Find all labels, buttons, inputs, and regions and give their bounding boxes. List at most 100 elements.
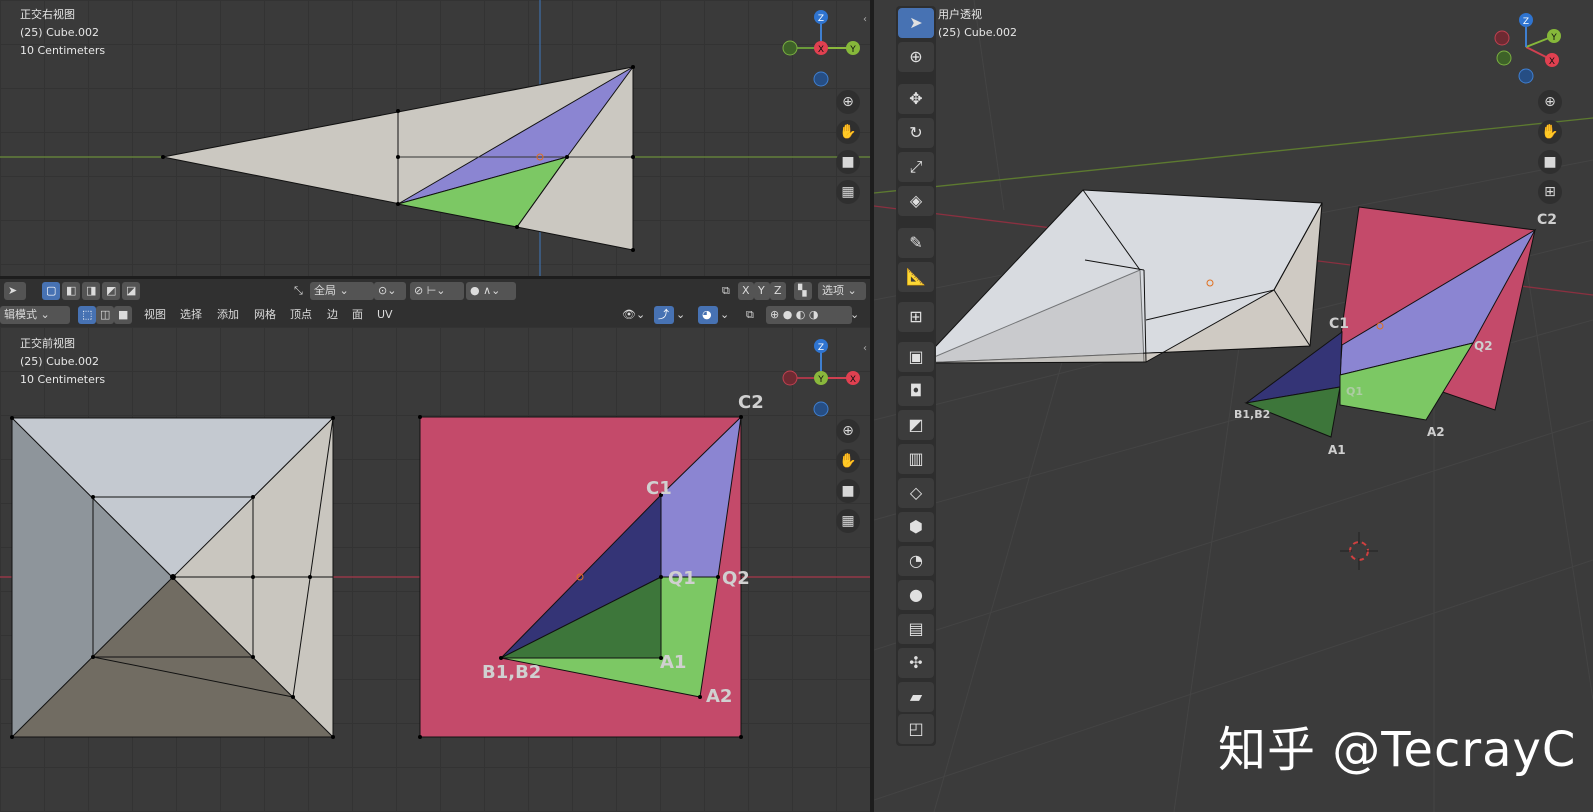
right-ortho-viewport[interactable]: 正交右视图 (25) Cube.002 10 Centimeters Z Y X… bbox=[0, 0, 870, 276]
mirror-y-toggle[interactable]: Y bbox=[754, 282, 770, 300]
object-name: (25) Cube.002 bbox=[938, 26, 1017, 39]
label-q1: Q1 bbox=[1346, 385, 1363, 398]
auto-merge-icon[interactable]: ▚ bbox=[794, 282, 812, 300]
xray-icon[interactable]: ⧉ bbox=[742, 306, 758, 324]
vertex-select-icon[interactable]: ⬚ bbox=[78, 306, 96, 324]
knife-icon[interactable]: ◇ bbox=[898, 478, 934, 508]
menu-mesh[interactable]: 网格 bbox=[250, 306, 280, 324]
mode-dropdown[interactable]: 辑模式 ⌄ bbox=[0, 306, 70, 324]
edge-select-icon[interactable]: ◫ bbox=[96, 306, 114, 324]
view-title: 用户透视 bbox=[938, 8, 982, 21]
zoom-icon[interactable]: ⊕ bbox=[1538, 90, 1562, 114]
select-mode-invert-icon[interactable]: ◩ bbox=[102, 282, 120, 300]
pivot-point-icon[interactable]: ⊙⌄ bbox=[374, 282, 406, 300]
front-ortho-viewport[interactable]: C2 C1 Q1 Q2 B1,B2 A1 A2 正交前视图 (25) Cube.… bbox=[0, 327, 870, 812]
camera-icon[interactable]: ■ bbox=[836, 150, 860, 174]
user-perspective-viewport[interactable]: C2 C1 Q2 Q1 B1,B2 A1 A2 Z Y X 用户透视 (25) … bbox=[874, 0, 1593, 812]
face-select-icon[interactable]: ■ bbox=[114, 306, 132, 324]
object-name: (25) Cube.002 bbox=[20, 26, 99, 39]
collapse-arrow-icon[interactable]: ‹ bbox=[863, 14, 867, 25]
gizmo-dropdown-icon[interactable]: ⌄ bbox=[672, 306, 689, 324]
hand-icon[interactable]: ✋ bbox=[836, 449, 860, 473]
transform-icon[interactable]: ◈ bbox=[898, 186, 934, 216]
label-b1b2: B1,B2 bbox=[482, 662, 541, 683]
watermark: 知乎 @TecrayC bbox=[1218, 722, 1577, 778]
rip-region-icon[interactable]: ◰ bbox=[898, 714, 934, 744]
tool-shelf: ➤ ⊕ ✥ ↻ ⤢ ◈ ✎ 📐 ⊞ ▣ ◘ ◩ ▥ ◇ ⬢ ◔ ● ▤ ✣ ▰ … bbox=[896, 6, 936, 746]
menu-add[interactable]: 添加 bbox=[213, 306, 243, 324]
overlay-toggle-icon[interactable]: ◕ bbox=[698, 306, 718, 324]
transform-orientation-icon[interactable]: ⤡ bbox=[290, 282, 307, 300]
mirror-icon[interactable]: ⧉ bbox=[718, 282, 734, 300]
overlay-dropdown-icon[interactable]: ⌄ bbox=[716, 306, 733, 324]
annotate-icon[interactable]: ✎ bbox=[898, 228, 934, 258]
menu-vertex[interactable]: 顶点 bbox=[286, 306, 316, 324]
grid-icon[interactable]: ▦ bbox=[836, 509, 860, 533]
select-mode-extend-icon[interactable]: ◧ bbox=[62, 282, 80, 300]
snapping-icon[interactable]: ⊘ ⊢⌄ bbox=[410, 282, 464, 300]
shear-icon[interactable]: ▰ bbox=[898, 682, 934, 712]
label-c1: C1 bbox=[1329, 316, 1349, 332]
extrude-region-icon[interactable]: ▣ bbox=[898, 342, 934, 372]
select-box-icon[interactable]: ➤ bbox=[898, 8, 934, 38]
menu-edge[interactable]: 边 bbox=[323, 306, 342, 324]
hand-icon[interactable]: ✋ bbox=[1538, 120, 1562, 144]
gizmo-z-label: Z bbox=[1523, 17, 1529, 27]
rotate-icon[interactable]: ↻ bbox=[898, 118, 934, 148]
label-a2: A2 bbox=[706, 686, 732, 707]
viewport-info: 正交前视图 (25) Cube.002 10 Centimeters bbox=[20, 335, 105, 389]
shading-dropdown-icon[interactable]: ⌄ bbox=[846, 306, 863, 324]
zoom-icon[interactable]: ⊕ bbox=[836, 419, 860, 443]
menu-face[interactable]: 面 bbox=[348, 306, 367, 324]
visibility-icon[interactable]: 👁⌄ bbox=[618, 306, 649, 324]
spin-icon[interactable]: ◔ bbox=[898, 546, 934, 576]
select-mode-new-icon[interactable]: ▢ bbox=[42, 282, 60, 300]
nav-gizmo-persp[interactable]: Z Y X bbox=[1494, 13, 1561, 84]
viewport-info: 用户透视 (25) Cube.002 bbox=[938, 6, 1017, 42]
shading-modes[interactable]: ⊕ ● ◐ ◑ bbox=[766, 306, 852, 324]
gizmo-toggle-icon[interactable]: ⤴ bbox=[654, 306, 674, 324]
proportional-edit-icon[interactable]: ● ∧⌄ bbox=[466, 282, 516, 300]
transform-space-label: 全局 bbox=[314, 284, 336, 297]
right-view-canvas bbox=[0, 0, 870, 276]
label-a2: A2 bbox=[1427, 425, 1445, 439]
select-tool-icon[interactable]: ➤ bbox=[4, 282, 26, 300]
perspective-toggle-icon[interactable]: ⊞ bbox=[1538, 180, 1562, 204]
perspective-canvas: C2 C1 Q2 Q1 B1,B2 A1 A2 Z Y X bbox=[874, 0, 1593, 812]
poly-build-icon[interactable]: ⬢ bbox=[898, 512, 934, 542]
front-view-canvas: C2 C1 Q1 Q2 B1,B2 A1 A2 bbox=[0, 392, 870, 739]
move-icon[interactable]: ✥ bbox=[898, 84, 934, 114]
grid-icon[interactable]: ▦ bbox=[836, 180, 860, 204]
edge-slide-icon[interactable]: ▤ bbox=[898, 614, 934, 644]
bevel-icon[interactable]: ◩ bbox=[898, 410, 934, 440]
scale-icon[interactable]: ⤢ bbox=[898, 152, 934, 182]
add-cube-icon[interactable]: ⊞ bbox=[898, 302, 934, 332]
menu-uv[interactable]: UV bbox=[373, 306, 397, 324]
loop-cut-icon[interactable]: ▥ bbox=[898, 444, 934, 474]
measure-icon[interactable]: 📐 bbox=[898, 262, 934, 292]
label-c1: C1 bbox=[646, 478, 672, 499]
select-mode-intersect-icon[interactable]: ◪ bbox=[122, 282, 140, 300]
options-dropdown[interactable]: 选项 ⌄ bbox=[818, 282, 866, 300]
cursor-icon[interactable]: ⊕ bbox=[898, 42, 934, 72]
hand-icon[interactable]: ✋ bbox=[836, 120, 860, 144]
inset-faces-icon[interactable]: ◘ bbox=[898, 376, 934, 406]
zoom-icon[interactable]: ⊕ bbox=[836, 90, 860, 114]
3d-cursor-icon[interactable] bbox=[1340, 532, 1378, 570]
mirror-x-toggle[interactable]: X bbox=[738, 282, 754, 300]
label-b1b2: B1,B2 bbox=[1234, 408, 1270, 421]
select-mode-subtract-icon[interactable]: ◨ bbox=[82, 282, 100, 300]
camera-icon[interactable]: ■ bbox=[836, 479, 860, 503]
view-title: 正交右视图 bbox=[20, 8, 75, 21]
camera-icon[interactable]: ■ bbox=[1538, 150, 1562, 174]
smooth-icon[interactable]: ● bbox=[898, 580, 934, 610]
menu-view[interactable]: 视图 bbox=[140, 306, 170, 324]
shrink-fatten-icon[interactable]: ✣ bbox=[898, 648, 934, 678]
collapse-arrow-icon[interactable]: ‹ bbox=[863, 343, 867, 354]
y-axis-line bbox=[874, 117, 1593, 194]
mirror-z-toggle[interactable]: Z bbox=[770, 282, 786, 300]
grid-scale: 10 Centimeters bbox=[20, 373, 106, 386]
transform-space-dropdown[interactable]: 全局 ⌄ bbox=[310, 282, 374, 300]
gizmo-x-label: X bbox=[1549, 57, 1555, 67]
menu-select[interactable]: 选择 bbox=[176, 306, 206, 324]
